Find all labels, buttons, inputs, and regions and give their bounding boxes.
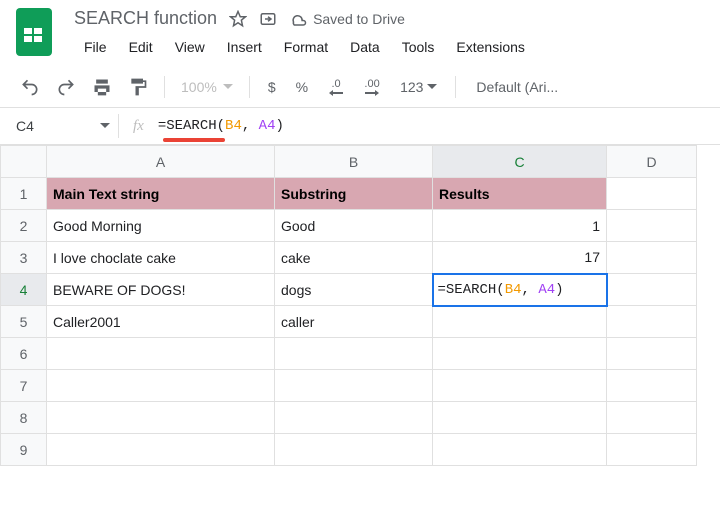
cell-c6[interactable] <box>433 338 607 370</box>
row-header-2[interactable]: 2 <box>1 210 47 242</box>
menu-tools[interactable]: Tools <box>392 35 445 59</box>
redo-button[interactable] <box>52 73 80 101</box>
column-header-d[interactable]: D <box>607 146 697 178</box>
column-header-b[interactable]: B <box>275 146 433 178</box>
toolbar: 100% $ % .0 .00 123 Default (Ari... <box>0 67 720 108</box>
cell-c4-active[interactable]: =SEARCH(B4, A4) <box>433 274 607 306</box>
save-status[interactable]: Saved to Drive <box>289 10 405 28</box>
separator <box>455 76 456 98</box>
cell-d5[interactable] <box>607 306 697 338</box>
cell-c2[interactable]: 1 <box>433 210 607 242</box>
cell-d2[interactable] <box>607 210 697 242</box>
cell-d6[interactable] <box>607 338 697 370</box>
menu-extensions[interactable]: Extensions <box>446 35 534 59</box>
cell-c9[interactable] <box>433 434 607 466</box>
sheets-logo <box>16 8 56 58</box>
cell-b5[interactable]: caller <box>275 306 433 338</box>
cell-a8[interactable] <box>47 402 275 434</box>
font-dropdown[interactable]: Default (Ari... <box>468 79 566 95</box>
name-box[interactable]: C4 <box>10 118 100 134</box>
cell-a5[interactable]: Caller2001 <box>47 306 275 338</box>
cell-d4[interactable] <box>607 274 697 306</box>
cell-c5[interactable] <box>433 306 607 338</box>
column-header-a[interactable]: A <box>47 146 275 178</box>
cell-b6[interactable] <box>275 338 433 370</box>
menu-view[interactable]: View <box>165 35 215 59</box>
row-header-1[interactable]: 1 <box>1 178 47 210</box>
cell-a1[interactable]: Main Text string <box>47 178 275 210</box>
row-header-6[interactable]: 6 <box>1 338 47 370</box>
cell-b4[interactable]: dogs <box>275 274 433 306</box>
cell-c1[interactable]: Results <box>433 178 607 210</box>
undo-button[interactable] <box>16 73 44 101</box>
cell-d1[interactable] <box>607 178 697 210</box>
chevron-down-icon <box>427 82 437 92</box>
row-header-8[interactable]: 8 <box>1 402 47 434</box>
cell-a6[interactable] <box>47 338 275 370</box>
cell-a9[interactable] <box>47 434 275 466</box>
formula-input[interactable]: =SEARCH(B4, A4) <box>158 118 710 134</box>
menu-insert[interactable]: Insert <box>217 35 272 59</box>
menu-edit[interactable]: Edit <box>119 35 163 59</box>
select-all-corner[interactable] <box>1 146 47 178</box>
cell-b2[interactable]: Good <box>275 210 433 242</box>
annotation-underline <box>163 138 225 142</box>
menu-format[interactable]: Format <box>274 35 338 59</box>
decrease-decimal-button[interactable]: .0 <box>322 73 350 101</box>
row-header-7[interactable]: 7 <box>1 370 47 402</box>
cell-c3[interactable]: 17 <box>433 242 607 274</box>
cell-c8[interactable] <box>433 402 607 434</box>
cell-d9[interactable] <box>607 434 697 466</box>
cell-d3[interactable] <box>607 242 697 274</box>
currency-button[interactable]: $ <box>262 79 282 95</box>
zoom-value: 100% <box>181 79 217 95</box>
cell-b1[interactable]: Substring <box>275 178 433 210</box>
chevron-down-icon <box>223 82 233 92</box>
row-header-9[interactable]: 9 <box>1 434 47 466</box>
menu-data[interactable]: Data <box>340 35 390 59</box>
formula-bar: C4 fx =SEARCH(B4, A4) <box>0 108 720 145</box>
separator <box>249 76 250 98</box>
percent-button[interactable]: % <box>290 79 314 95</box>
row-header-3[interactable]: 3 <box>1 242 47 274</box>
star-icon[interactable] <box>229 10 247 28</box>
name-box-dropdown[interactable] <box>100 121 110 131</box>
row-header-5[interactable]: 5 <box>1 306 47 338</box>
menu-file[interactable]: File <box>74 35 117 59</box>
print-button[interactable] <box>88 73 116 101</box>
spreadsheet-grid[interactable]: A B C D 1 Main Text string Substring Res… <box>0 145 697 466</box>
increase-decimal-button[interactable]: .00 <box>358 73 386 101</box>
column-header-c[interactable]: C <box>433 146 607 178</box>
cell-a4[interactable]: BEWARE OF DOGS! <box>47 274 275 306</box>
row-header-4[interactable]: 4 <box>1 274 47 306</box>
cell-c7[interactable] <box>433 370 607 402</box>
cell-a3[interactable]: I love choclate cake <box>47 242 275 274</box>
move-icon[interactable] <box>259 10 277 28</box>
document-title[interactable]: SEARCH function <box>74 8 217 29</box>
cell-b3[interactable]: cake <box>275 242 433 274</box>
cell-d7[interactable] <box>607 370 697 402</box>
chevron-down-icon <box>100 121 110 131</box>
menu-bar: File Edit View Insert Format Data Tools … <box>74 35 704 59</box>
cell-d8[interactable] <box>607 402 697 434</box>
paint-format-button[interactable] <box>124 73 152 101</box>
cell-a7[interactable] <box>47 370 275 402</box>
fx-label: fx <box>119 118 158 135</box>
number-format-dropdown[interactable]: 123 <box>394 79 443 95</box>
zoom-dropdown[interactable]: 100% <box>177 79 237 95</box>
cell-b8[interactable] <box>275 402 433 434</box>
cell-a2[interactable]: Good Morning <box>47 210 275 242</box>
separator <box>164 76 165 98</box>
cell-b9[interactable] <box>275 434 433 466</box>
save-status-label: Saved to Drive <box>313 11 405 27</box>
cell-b7[interactable] <box>275 370 433 402</box>
